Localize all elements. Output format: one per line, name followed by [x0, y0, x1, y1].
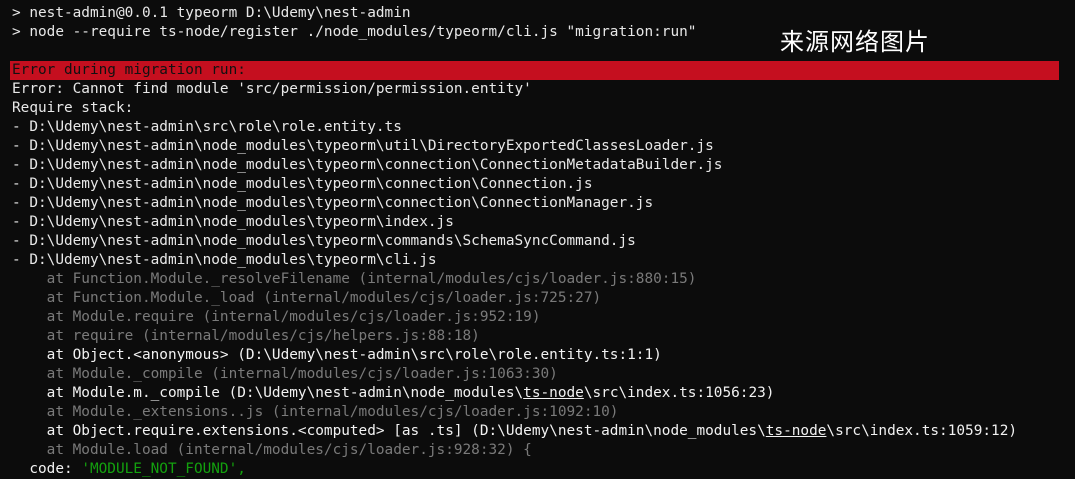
error-code-key: code:	[12, 461, 82, 477]
require-stack-item: - D:\Udemy\nest-admin\node_modules\typeo…	[12, 176, 593, 192]
stack-trace-line: at Object.<anonymous> (D:\Udemy\nest-adm…	[12, 347, 662, 363]
error-highlight-bar: Error during migration run:	[10, 61, 1059, 80]
stack-trace-line: at Module.m._compile (D:\Udemy\nest-admi…	[12, 384, 775, 403]
command-echo-line: > nest-admin@0.0.1 typeorm D:\Udemy\nest…	[12, 5, 411, 21]
stack-trace-line: at Function.Module._resolveFilename (int…	[12, 271, 697, 287]
stack-trace-line: at Module.load (internal/modules/cjs/loa…	[12, 441, 532, 460]
require-stack-item: - D:\Udemy\nest-admin\node_modules\typeo…	[12, 195, 654, 211]
ts-node-path-link[interactable]: ts-node	[766, 423, 827, 439]
stack-trace-line: at Module.require (internal/modules/cjs/…	[12, 309, 541, 325]
require-stack-item: - D:\Udemy\nest-admin\node_modules\typeo…	[12, 214, 454, 230]
trace-text: at Module.m._compile (D:\Udemy\nest-admi…	[12, 385, 524, 401]
error-code-line: code: 'MODULE_NOT_FOUND',	[12, 460, 246, 479]
trace-text: at Module.load (internal/modules/cjs/loa…	[12, 442, 532, 458]
require-stack-item: - D:\Udemy\nest-admin\node_modules\typeo…	[12, 233, 636, 249]
require-stack-item: - D:\Udemy\nest-admin\node_modules\typeo…	[12, 252, 437, 268]
stack-trace-line: at Module._compile (internal/modules/cjs…	[12, 366, 558, 382]
terminal-window[interactable]: > nest-admin@0.0.1 typeorm D:\Udemy\nest…	[0, 0, 1075, 477]
ts-node-path-link[interactable]: ts-node	[523, 385, 584, 401]
trace-text: \src\index.ts:1059:12)	[826, 423, 1018, 439]
watermark-text: 来源网络图片	[780, 28, 930, 56]
trace-text: at Object.require.extensions.<computed> …	[12, 423, 766, 439]
stack-trace-line: at Object.require.extensions.<computed> …	[12, 422, 1017, 441]
require-stack-item: - D:\Udemy\nest-admin\node_modules\typeo…	[12, 138, 714, 154]
command-echo-line: > node --require ts-node/register ./node…	[12, 24, 697, 40]
require-stack-item: - D:\Udemy\nest-admin\src\role\role.enti…	[12, 119, 402, 135]
error-heading: Error during migration run:	[12, 62, 246, 78]
error-message: Error: Cannot find module 'src/permissio…	[12, 81, 532, 97]
require-stack-item: - D:\Udemy\nest-admin\node_modules\typeo…	[12, 157, 723, 173]
stack-trace-line: at Function.Module._load (internal/modul…	[12, 290, 602, 306]
error-code-value: 'MODULE_NOT_FOUND',	[81, 461, 246, 477]
trace-text: \src\index.ts:1056:23)	[583, 385, 775, 401]
stack-trace-line: at Module._extensions..js (internal/modu…	[12, 404, 619, 420]
stack-trace-line: at require (internal/modules/cjs/helpers…	[12, 328, 480, 344]
require-stack-title: Require stack:	[12, 100, 134, 116]
